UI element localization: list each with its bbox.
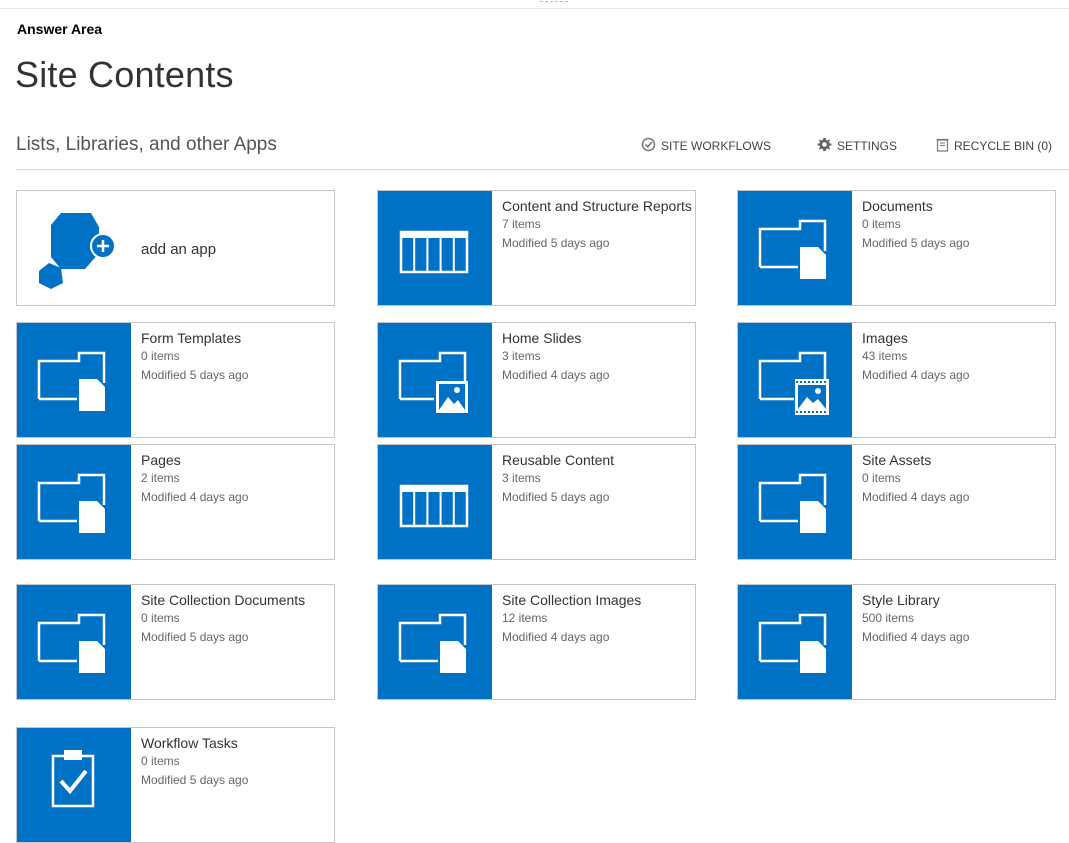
app-tile-form-templates[interactable]: Form Templates 0 items Modified 5 days a… xyxy=(16,322,335,438)
app-tile-documents[interactable]: Documents 0 items Modified 5 days ago xyxy=(737,190,1056,306)
app-tile-site-collection-documents[interactable]: Site Collection Documents 0 items Modifi… xyxy=(16,584,335,700)
workflow-check-icon xyxy=(641,137,656,154)
app-tile-site-assets[interactable]: Site Assets 0 items Modified 4 days ago xyxy=(737,444,1056,560)
tile-name[interactable]: Site Assets xyxy=(862,451,1052,469)
tile-item-count: 12 items xyxy=(502,611,548,625)
tile-item-count: 0 items xyxy=(141,349,180,363)
tile-name[interactable]: Site Collection Images xyxy=(502,591,692,609)
tile-item-count: 0 items xyxy=(862,471,901,485)
tile-item-count: 3 items xyxy=(502,349,541,363)
drag-handle xyxy=(540,1,568,5)
tile-name[interactable]: Site Collection Documents xyxy=(141,591,331,609)
document-library-icon xyxy=(738,191,852,305)
app-tile-pages[interactable]: Pages 2 items Modified 4 days ago xyxy=(16,444,335,560)
document-library-icon xyxy=(738,585,852,699)
top-divider xyxy=(0,0,1069,9)
tile-item-count: 0 items xyxy=(141,754,180,768)
tile-item-count: 3 items xyxy=(502,471,541,485)
list-icon xyxy=(378,445,492,559)
app-tile-images[interactable]: Images 43 items Modified 4 days ago xyxy=(737,322,1056,438)
tile-modified: Modified 5 days ago xyxy=(141,368,249,382)
section-heading: Lists, Libraries, and other Apps xyxy=(16,134,277,155)
tile-name[interactable]: Content and Structure Reports xyxy=(502,197,692,215)
tile-item-count: 43 items xyxy=(862,349,908,363)
tile-name[interactable]: Images xyxy=(862,329,1052,347)
gear-icon xyxy=(817,137,832,154)
recycle-bin-button[interactable]: RECYCLE BIN (0) xyxy=(936,137,1052,154)
tile-modified: Modified 5 days ago xyxy=(502,490,610,504)
app-tile-home-slides[interactable]: Home Slides 3 items Modified 4 days ago xyxy=(377,322,696,438)
tile-item-count: 2 items xyxy=(141,471,180,485)
tile-modified: Modified 4 days ago xyxy=(502,368,610,382)
tile-modified: Modified 5 days ago xyxy=(141,773,249,787)
app-tile-content-and-structure-reports[interactable]: Content and Structure Reports 7 items Mo… xyxy=(377,190,696,306)
tile-name[interactable]: Workflow Tasks xyxy=(141,734,331,752)
add-an-app-label: add an app xyxy=(141,241,217,258)
site-workflows-label: SITE WORKFLOWS xyxy=(661,138,772,153)
document-library-icon xyxy=(17,445,131,559)
tile-modified: Modified 5 days ago xyxy=(862,236,970,250)
site-workflows-button[interactable]: SITE WORKFLOWS xyxy=(641,137,771,154)
document-library-icon xyxy=(17,323,131,437)
document-library-icon xyxy=(378,585,492,699)
add-app-icon xyxy=(39,213,125,294)
tile-name[interactable]: Form Templates xyxy=(141,329,331,347)
document-library-icon xyxy=(738,445,852,559)
recycle-bin-icon xyxy=(936,137,949,154)
tile-name[interactable]: Reusable Content xyxy=(502,451,692,469)
task-list-icon xyxy=(17,728,131,842)
settings-label: SETTINGS xyxy=(837,138,898,153)
document-library-icon xyxy=(17,585,131,699)
tile-item-count: 0 items xyxy=(141,611,180,625)
recycle-bin-label: RECYCLE BIN (0) xyxy=(954,138,1053,153)
app-tile-reusable-content[interactable]: Reusable Content 3 items Modified 5 days… xyxy=(377,444,696,560)
add-an-app-tile[interactable]: add an app xyxy=(16,190,335,306)
app-tile-workflow-tasks[interactable]: Workflow Tasks 0 items Modified 5 days a… xyxy=(16,727,335,843)
picture-library-icon xyxy=(378,323,492,437)
settings-button[interactable]: SETTINGS xyxy=(817,137,897,154)
tile-modified: Modified 5 days ago xyxy=(502,236,610,250)
tile-name[interactable]: Pages xyxy=(141,451,331,469)
app-tile-style-library[interactable]: Style Library 500 items Modified 4 days … xyxy=(737,584,1056,700)
header-divider xyxy=(16,169,1069,170)
tile-modified: Modified 5 days ago xyxy=(141,630,249,644)
tile-modified: Modified 4 days ago xyxy=(862,368,970,382)
tile-modified: Modified 4 days ago xyxy=(862,490,970,504)
answer-area-label: Answer Area xyxy=(17,21,103,37)
asset-library-icon xyxy=(738,323,852,437)
tile-modified: Modified 4 days ago xyxy=(141,490,249,504)
tile-item-count: 0 items xyxy=(862,217,901,231)
tile-modified: Modified 4 days ago xyxy=(502,630,610,644)
tile-item-count: 7 items xyxy=(502,217,541,231)
tile-name[interactable]: Documents xyxy=(862,197,1052,215)
app-tile-site-collection-images[interactable]: Site Collection Images 12 items Modified… xyxy=(377,584,696,700)
page-title: Site Contents xyxy=(15,54,234,95)
tile-item-count: 500 items xyxy=(862,611,915,625)
tile-name[interactable]: Home Slides xyxy=(502,329,692,347)
list-icon xyxy=(378,191,492,305)
tile-name[interactable]: Style Library xyxy=(862,591,1052,609)
tile-modified: Modified 4 days ago xyxy=(862,630,970,644)
